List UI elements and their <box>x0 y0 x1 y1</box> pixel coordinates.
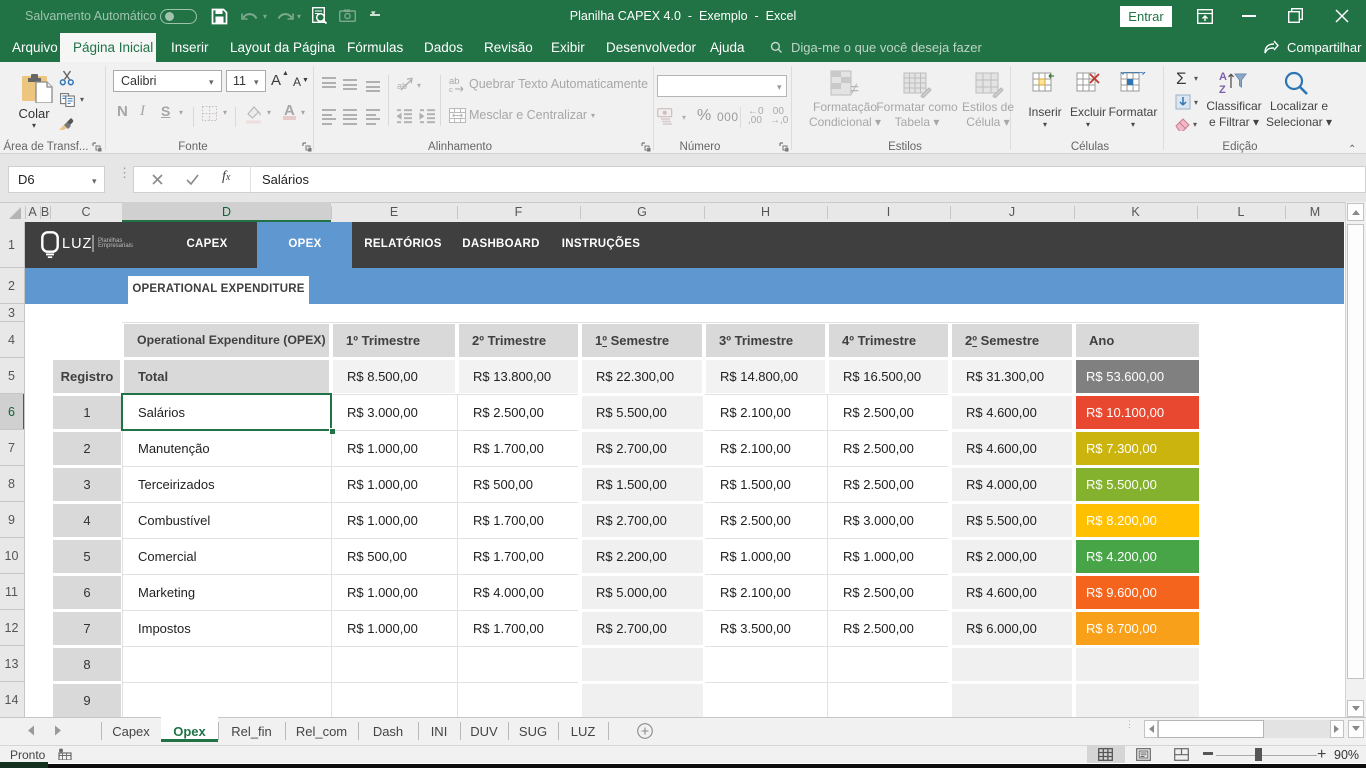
svg-text:Z: Z <box>1219 84 1226 94</box>
svg-text:c: c <box>449 85 453 92</box>
svg-text:ab: ab <box>397 81 407 91</box>
svg-text:A: A <box>1219 71 1227 83</box>
svg-text:≠: ≠ <box>850 81 859 98</box>
